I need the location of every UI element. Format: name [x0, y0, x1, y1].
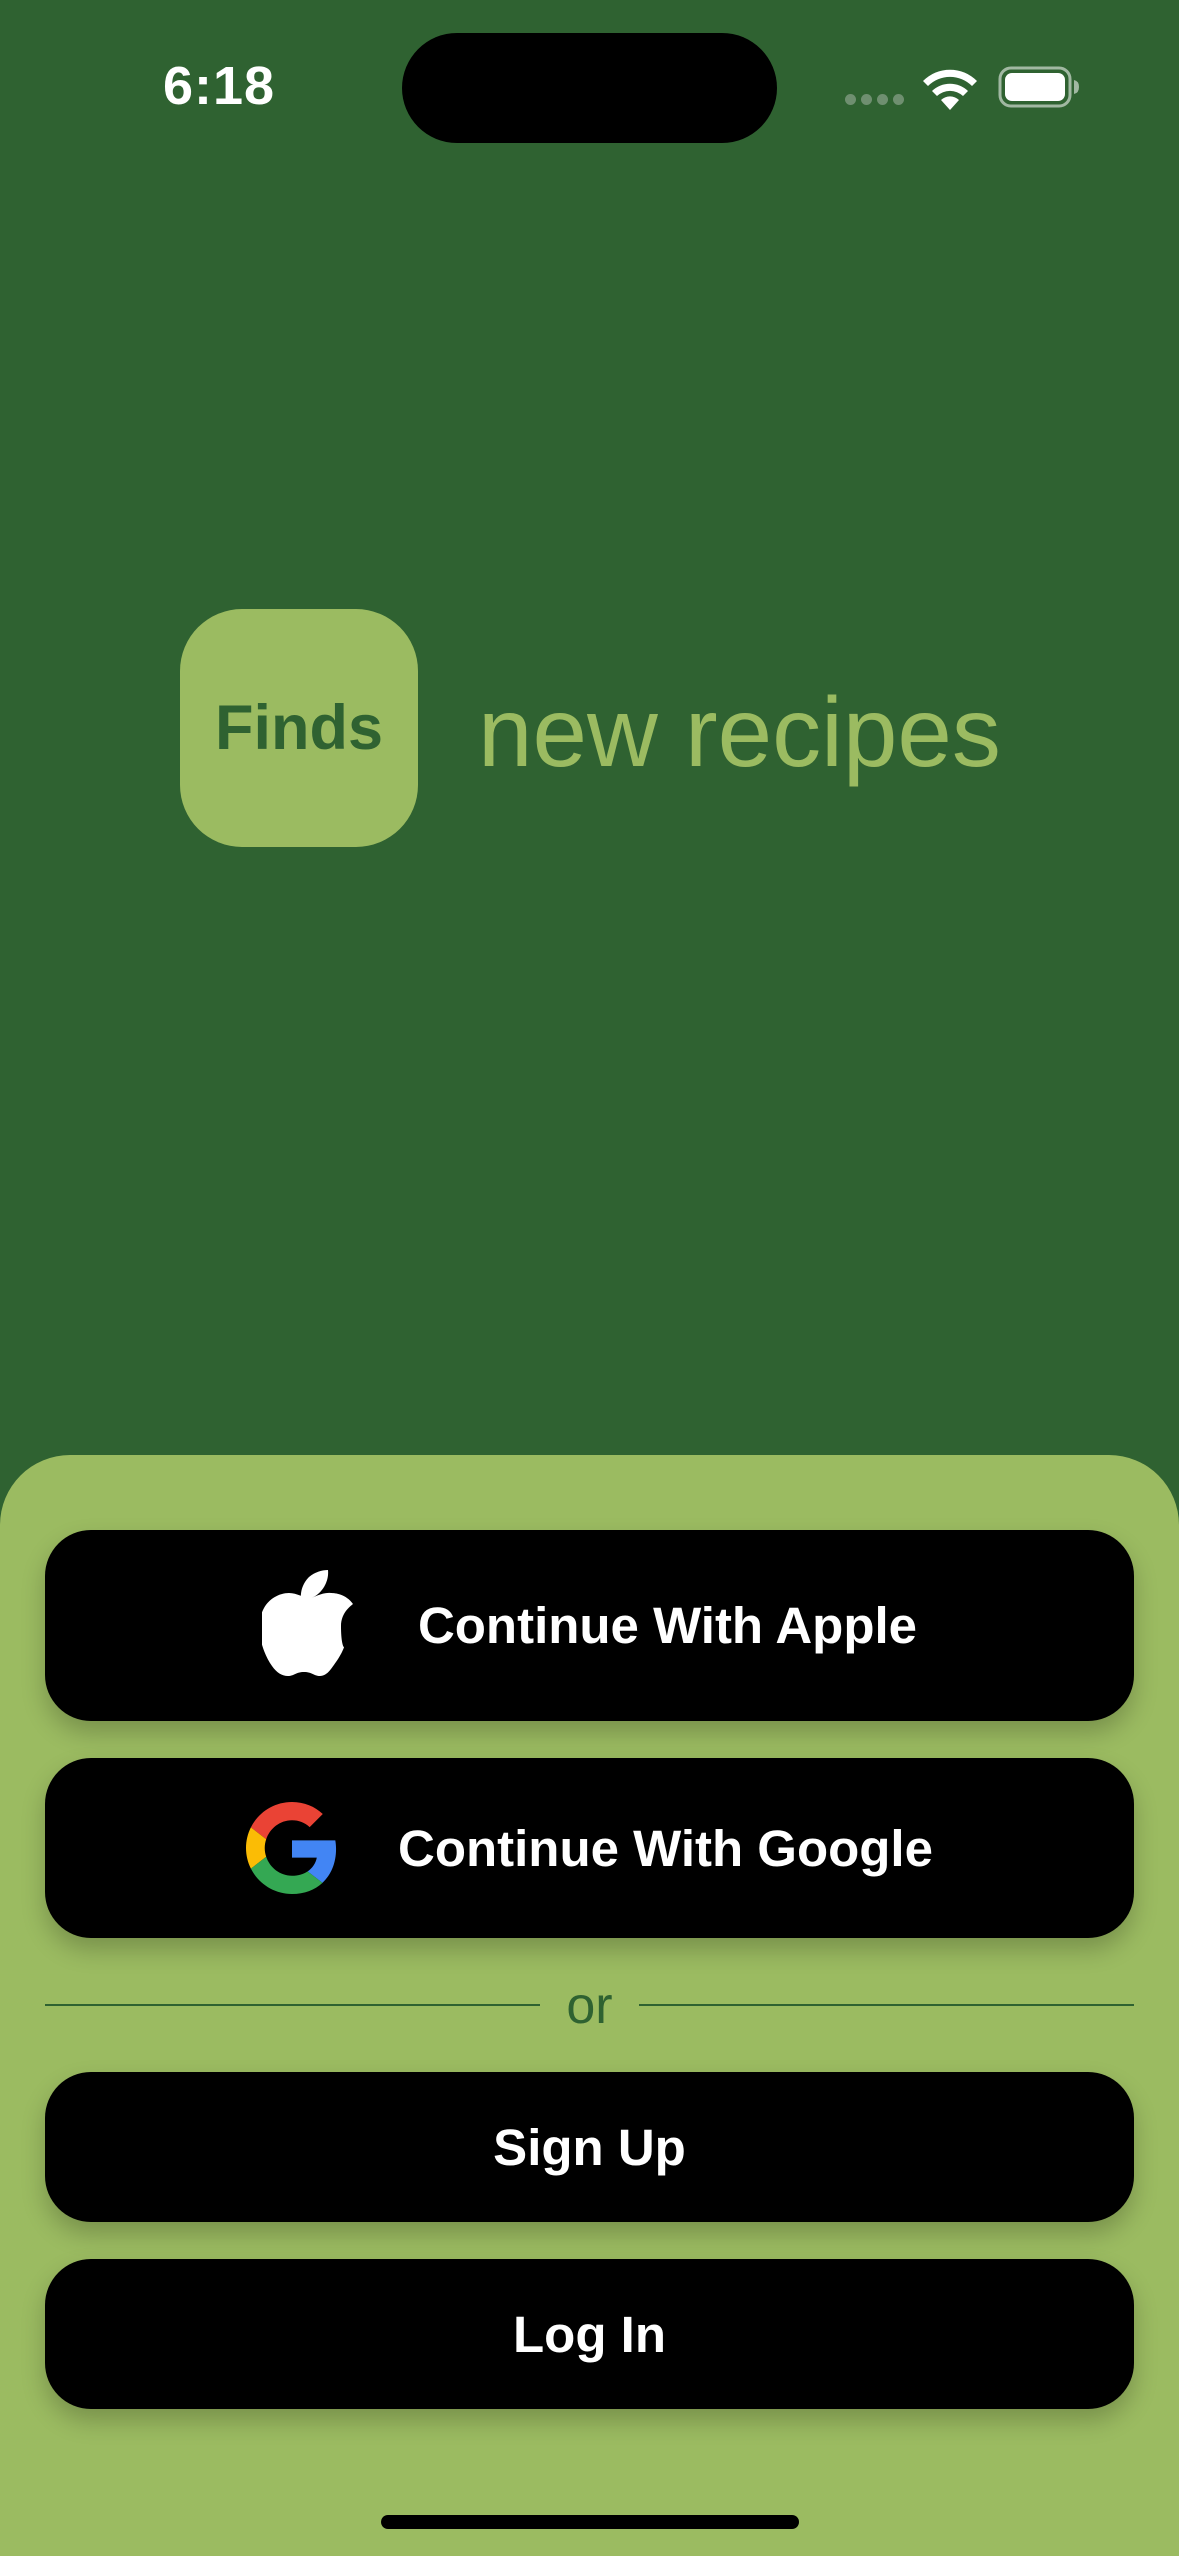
home-indicator[interactable] [381, 2515, 799, 2529]
logo-text: Finds [215, 693, 383, 763]
log-in-label: Log In [513, 2305, 666, 2363]
continue-with-google-button[interactable]: Continue With Google [45, 1758, 1134, 1938]
status-bar: 6:18 [0, 0, 1179, 170]
sign-up-label: Sign Up [493, 2118, 686, 2176]
divider-line-right [639, 2004, 1134, 2006]
wifi-icon [923, 69, 977, 110]
status-time: 6:18 [163, 56, 276, 116]
apple-icon [261, 1569, 353, 1676]
divider-text: or [566, 1977, 613, 2035]
apple-button-label: Continue With Apple [417, 1597, 918, 1654]
battery-icon [998, 66, 1079, 108]
dynamic-island [402, 33, 777, 143]
app-logo: Finds [180, 609, 418, 847]
sign-up-button[interactable]: Sign Up [45, 2072, 1134, 2222]
google-button-label: Continue With Google [398, 1819, 933, 1877]
continue-with-apple-button[interactable]: Continue With Apple [45, 1530, 1134, 1721]
tagline: new recipes [478, 677, 1001, 787]
or-divider: or [45, 1977, 1134, 2035]
google-icon [246, 1802, 337, 1894]
signal-icon [845, 94, 905, 108]
log-in-button[interactable]: Log In [45, 2259, 1134, 2409]
